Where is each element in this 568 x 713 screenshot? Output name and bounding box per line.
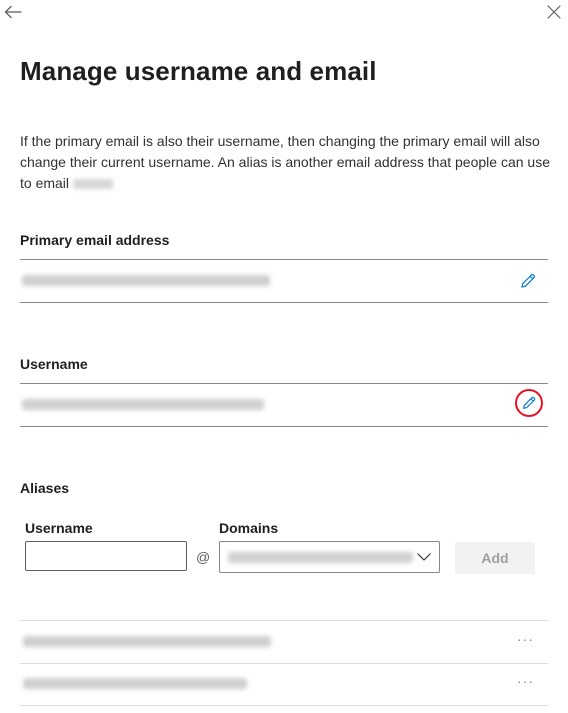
primary-email-label: Primary email address — [20, 232, 170, 248]
redacted-name — [72, 179, 113, 190]
more-options-button[interactable]: ··· — [517, 673, 534, 689]
primary-email-row — [20, 259, 548, 303]
aliases-label: Aliases — [20, 480, 70, 496]
domains-label: Domains — [219, 520, 279, 536]
primary-email-value — [22, 275, 270, 286]
at-symbol: @ — [196, 549, 211, 565]
back-button[interactable] — [3, 4, 23, 20]
edit-username-button[interactable] — [515, 389, 543, 417]
alias-username-input[interactable] — [25, 541, 187, 571]
alias-list-item: ··· — [20, 663, 548, 706]
description-text: If the primary email is also their usern… — [20, 131, 550, 194]
alias-address — [23, 678, 247, 689]
more-options-button[interactable]: ··· — [517, 631, 534, 647]
add-alias-button[interactable]: Add — [455, 542, 535, 574]
username-label: Username — [20, 356, 88, 372]
pencil-icon — [521, 273, 536, 288]
alias-username-label: Username — [25, 520, 93, 536]
chevron-down-icon — [417, 553, 431, 561]
pencil-icon — [523, 396, 536, 409]
edit-primary-email-button[interactable] — [516, 269, 540, 293]
alias-list-item: ··· — [20, 620, 548, 664]
alias-address — [23, 636, 271, 647]
domains-dropdown[interactable] — [219, 541, 440, 573]
username-row — [20, 383, 548, 427]
selected-domain-value — [228, 552, 413, 563]
page-title: Manage username and email — [20, 56, 377, 86]
close-icon — [547, 5, 561, 19]
back-arrow-icon — [4, 5, 22, 19]
username-value — [22, 399, 264, 410]
close-button[interactable] — [547, 5, 561, 19]
